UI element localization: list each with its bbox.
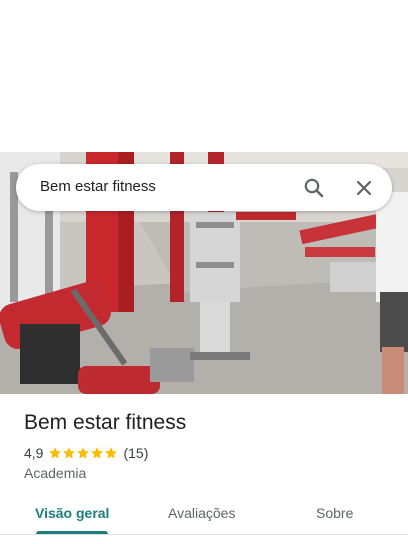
- star-icon: [63, 447, 76, 459]
- map-blank-area: [0, 0, 408, 152]
- close-icon[interactable]: [352, 176, 376, 200]
- rating-value: 4,9: [24, 445, 44, 461]
- star-rating: [48, 444, 118, 462]
- tab-overview[interactable]: Visão geral: [35, 505, 109, 521]
- search-icon[interactable]: [302, 176, 326, 200]
- place-category: Academia: [24, 465, 87, 481]
- star-icon: [105, 447, 118, 459]
- tab-about[interactable]: Sobre: [316, 505, 353, 521]
- place-title: Bem estar fitness: [24, 411, 187, 434]
- search-query-text[interactable]: Bem estar fitness: [40, 178, 156, 195]
- rating-row[interactable]: 4,9 (15): [24, 444, 148, 462]
- star-icon: [91, 447, 104, 459]
- star-icon: [77, 447, 90, 459]
- review-count[interactable]: (15): [123, 445, 148, 461]
- tab-reviews[interactable]: Avaliações: [168, 505, 235, 521]
- tabs-divider: [0, 534, 408, 535]
- search-bar[interactable]: Bem estar fitness: [16, 164, 392, 211]
- star-icon: [49, 447, 62, 459]
